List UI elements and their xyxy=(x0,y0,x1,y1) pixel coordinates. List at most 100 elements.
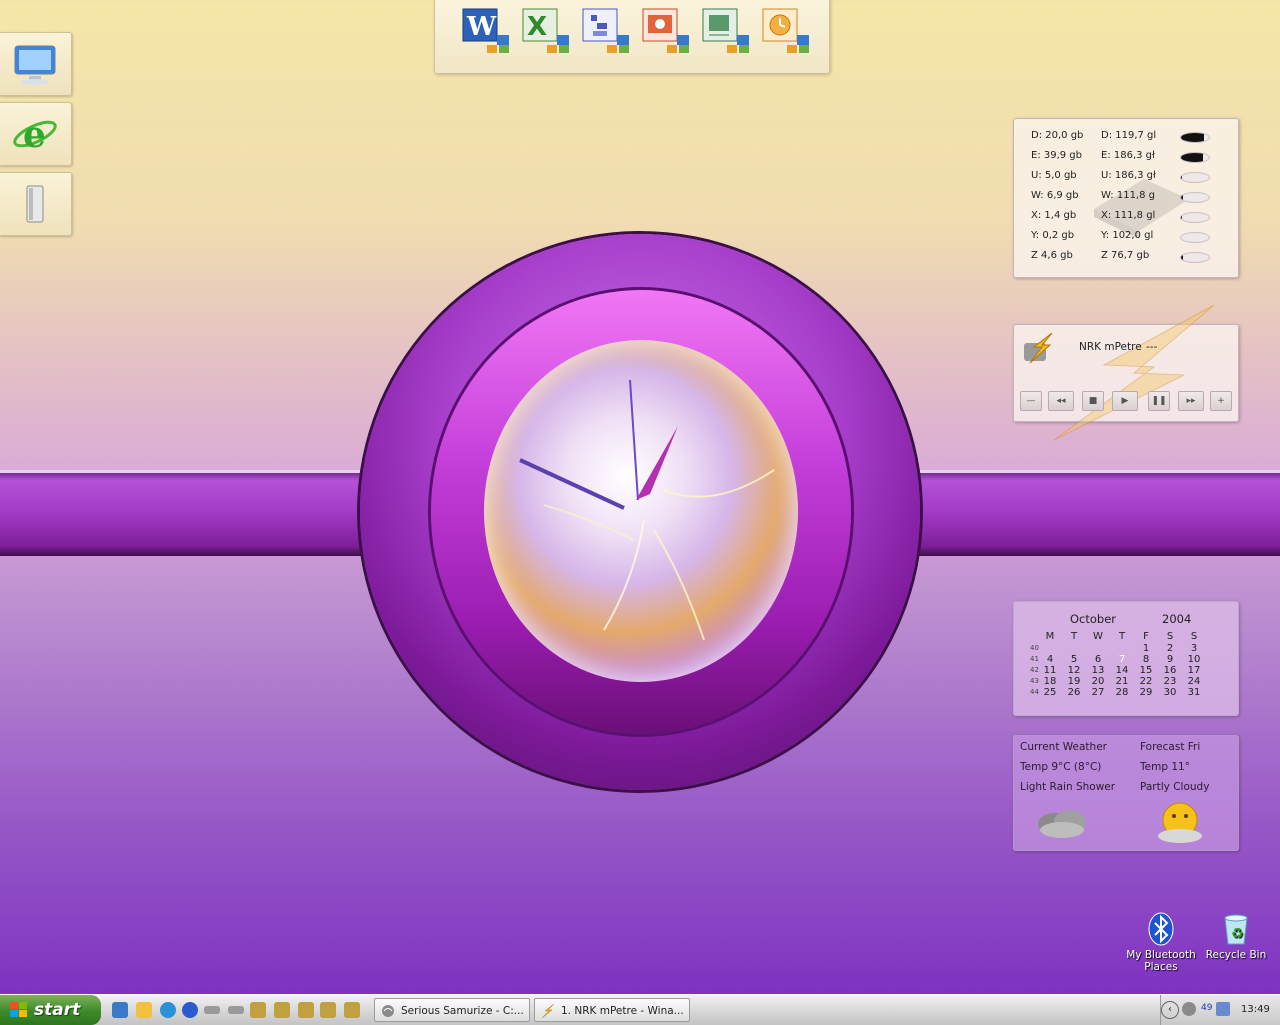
recycle-bin-glyph-icon: ♻ xyxy=(1221,912,1251,946)
ql-network-drive-icon[interactable] xyxy=(320,1002,336,1018)
stop-button[interactable]: ■ xyxy=(1082,391,1104,411)
disk-free: Y: 0,2 gb xyxy=(1031,230,1074,241)
ql-network-drive-icon[interactable] xyxy=(250,1002,266,1018)
disk-usage-pie xyxy=(1180,192,1210,203)
calendar-day[interactable]: 26 xyxy=(1063,687,1085,698)
calendar-day[interactable]: 20 xyxy=(1087,676,1109,687)
taskbar: start Serious Samurize - C:... 1. NRK mP… xyxy=(0,994,1280,1025)
publisher-icon[interactable] xyxy=(701,7,751,55)
winamp-player-panel: NRK mPetre --- — ◂◂ ■ ▶ ❚❚ ▸▸ + xyxy=(1013,324,1239,422)
tile-my-computer[interactable] xyxy=(0,32,72,96)
disk-row: D: 20,0 gbD: 119,7 gl xyxy=(1014,126,1238,146)
ql-network-drive-icon[interactable] xyxy=(274,1002,290,1018)
calendar-day[interactable]: 5 xyxy=(1063,654,1085,665)
ql-outlook-icon[interactable] xyxy=(136,1002,152,1018)
analog-clock xyxy=(484,340,798,682)
calendar-day[interactable]: 11 xyxy=(1039,665,1061,676)
next-button[interactable]: ▸▸ xyxy=(1178,391,1204,411)
start-label: start xyxy=(34,1000,80,1020)
calendar-day[interactable]: 8 xyxy=(1135,654,1157,665)
calendar-day[interactable]: 25 xyxy=(1039,687,1061,698)
task-label: 1. NRK mPetre - Wina... xyxy=(561,1005,684,1017)
winamp-task-icon xyxy=(541,1004,555,1018)
calendar-day[interactable]: 13 xyxy=(1087,665,1109,676)
calendar-day[interactable]: 2 xyxy=(1159,643,1181,654)
tray-number[interactable]: 49 xyxy=(1201,1003,1212,1013)
project-icon[interactable] xyxy=(581,7,631,55)
recycle-bin-icon[interactable]: ♻ Recycle Bin xyxy=(1196,912,1276,961)
svg-text:♻: ♻ xyxy=(1231,926,1244,942)
calendar-day[interactable]: 3 xyxy=(1183,643,1205,654)
task-serious-samurize[interactable]: Serious Samurize - C:... xyxy=(374,998,530,1022)
system-tray: ‹ 49 13:49 xyxy=(1160,995,1280,1025)
disk-free: U: 5,0 gb xyxy=(1031,170,1077,181)
calendar-day[interactable]: 29 xyxy=(1135,687,1157,698)
ql-network-drive-icon[interactable] xyxy=(344,1002,360,1018)
calendar-day[interactable]: 12 xyxy=(1063,665,1085,676)
task-winamp[interactable]: 1. NRK mPetre - Wina... xyxy=(534,998,690,1022)
excel-icon[interactable]: X xyxy=(521,7,571,55)
station-name: NRK mPetre xyxy=(1079,341,1142,353)
calendar-day[interactable]: 27 xyxy=(1087,687,1109,698)
calendar-day[interactable]: 21 xyxy=(1111,676,1133,687)
calendar-day[interactable]: 19 xyxy=(1063,676,1085,687)
calendar-day[interactable]: 14 xyxy=(1111,665,1133,676)
disk-row: Z 4,6 gbZ 76,7 gb xyxy=(1014,246,1238,266)
pause-button[interactable]: ❚❚ xyxy=(1148,391,1170,411)
calendar-day[interactable]: 7 xyxy=(1111,654,1133,665)
calendar-day[interactable]: 22 xyxy=(1135,676,1157,687)
disk-total: U: 186,3 gł xyxy=(1101,170,1156,181)
play-button[interactable]: ▶ xyxy=(1112,391,1138,411)
calendar-day[interactable]: 6 xyxy=(1087,654,1109,665)
calendar-weekday: M xyxy=(1039,631,1061,642)
tile-internet-explorer[interactable]: e xyxy=(0,102,72,166)
calendar-day[interactable]: 1 xyxy=(1135,643,1157,654)
calendar-weekday: S xyxy=(1183,631,1205,642)
calendar-day[interactable]: 4 xyxy=(1039,654,1061,665)
volume-down-button[interactable]: — xyxy=(1020,391,1042,411)
recycle-bin-label: Recycle Bin xyxy=(1196,949,1276,961)
ql-media-player-icon[interactable] xyxy=(182,1002,198,1018)
calendar-day[interactable]: 16 xyxy=(1159,665,1181,676)
winamp-bolt-watermark-icon xyxy=(1044,305,1224,445)
calendar-day[interactable]: 10 xyxy=(1183,654,1205,665)
ql-drive-icon[interactable] xyxy=(228,1006,244,1014)
calendar-week-number: 44 xyxy=(1030,688,1039,696)
calendar-day[interactable]: 23 xyxy=(1159,676,1181,687)
bluetooth-icon xyxy=(1148,912,1174,946)
calendar-panel: October 2004 MTWTFSS40123414567891042111… xyxy=(1013,601,1239,716)
ql-network-drive-icon[interactable] xyxy=(298,1002,314,1018)
disk-usage-fill xyxy=(1181,133,1204,142)
calendar-day[interactable]: 17 xyxy=(1183,665,1205,676)
calendar-day[interactable]: 15 xyxy=(1135,665,1157,676)
ql-ie-icon[interactable] xyxy=(112,1002,128,1018)
ql-browser-icon[interactable] xyxy=(160,1002,176,1018)
svg-text:W: W xyxy=(466,12,497,42)
calendar-day[interactable]: 24 xyxy=(1183,676,1205,687)
tray-network-icon[interactable] xyxy=(1216,1002,1230,1016)
tile-recycle[interactable] xyxy=(0,172,72,236)
forecast-title: Forecast Fri xyxy=(1140,741,1200,753)
word-icon[interactable]: W xyxy=(461,7,511,55)
disk-total: W: 111,8 g xyxy=(1101,190,1155,201)
calendar-day[interactable]: 9 xyxy=(1159,654,1181,665)
calendar-week-number: 43 xyxy=(1030,677,1039,685)
start-button[interactable]: start xyxy=(0,995,101,1025)
calendar-day[interactable]: 31 xyxy=(1183,687,1205,698)
powerpoint-icon[interactable] xyxy=(641,7,691,55)
calendar-day[interactable]: 30 xyxy=(1159,687,1181,698)
previous-button[interactable]: ◂◂ xyxy=(1048,391,1074,411)
calendar-day[interactable]: 28 xyxy=(1111,687,1133,698)
calendar-day[interactable]: 18 xyxy=(1039,676,1061,687)
disk-usage-pie xyxy=(1180,252,1210,263)
tray-samurize-icon[interactable] xyxy=(1182,1002,1196,1016)
ql-drive-icon[interactable] xyxy=(204,1006,220,1014)
my-bluetooth-places-icon[interactable]: My Bluetooth Places xyxy=(1121,912,1201,973)
outlook-icon[interactable] xyxy=(761,7,811,55)
disk-usage-pie xyxy=(1180,152,1210,163)
weather-panel: Current Weather Temp 9°C (8°C) Light Rai… xyxy=(1013,735,1239,851)
disk-total: D: 119,7 gl xyxy=(1101,130,1156,141)
tray-expand-icon[interactable]: ‹ xyxy=(1161,1001,1179,1019)
volume-up-button[interactable]: + xyxy=(1210,391,1232,411)
disk-row: X: 1,4 gbX: 111,8 gl xyxy=(1014,206,1238,226)
